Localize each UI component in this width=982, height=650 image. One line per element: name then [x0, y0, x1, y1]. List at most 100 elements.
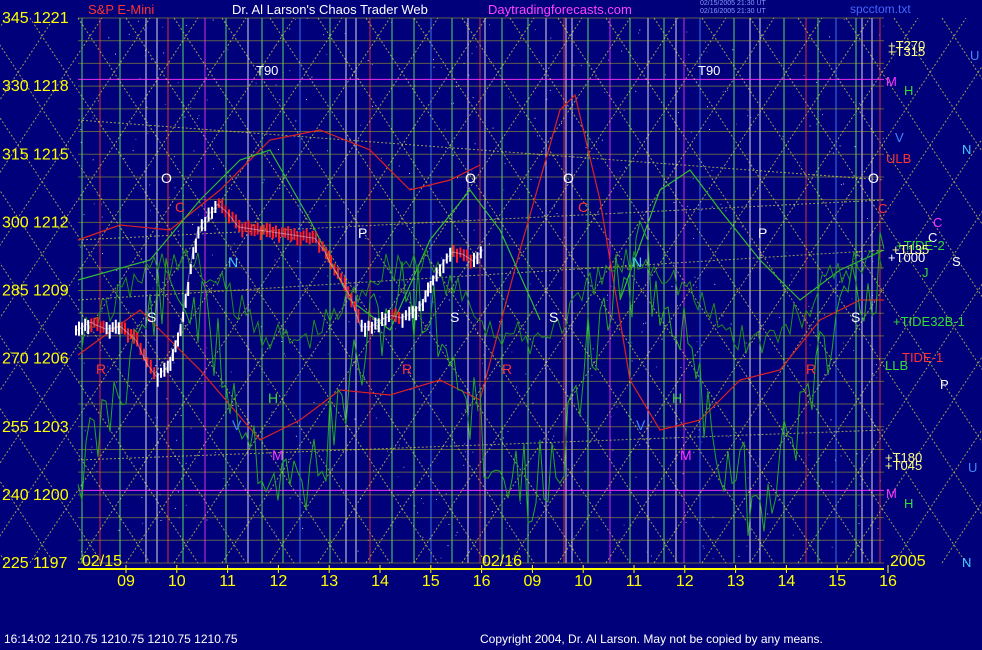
star — [116, 381, 117, 383]
star — [816, 123, 818, 125]
timestamp-2: 02/16/2005 21:30 UT — [700, 8, 766, 15]
y-tick-degree: 330 — [2, 78, 29, 95]
y-tick-price: 1200 — [33, 487, 69, 504]
star — [274, 45, 276, 47]
star — [108, 37, 110, 39]
star — [606, 300, 608, 301]
price-bar — [293, 228, 296, 241]
star — [677, 112, 679, 114]
star — [792, 534, 794, 536]
star — [876, 377, 878, 379]
star — [91, 451, 93, 453]
star — [661, 338, 663, 340]
star — [553, 435, 555, 437]
star — [453, 102, 455, 104]
star — [619, 171, 621, 172]
star — [767, 513, 769, 515]
star — [553, 206, 555, 208]
star — [732, 49, 734, 51]
price-bar — [391, 309, 394, 320]
star — [816, 81, 818, 83]
star — [831, 546, 833, 548]
star — [840, 455, 842, 457]
line-label: C — [933, 215, 942, 230]
star — [157, 442, 159, 444]
star — [327, 275, 329, 277]
date-label: 02/15 — [82, 553, 122, 570]
star — [625, 166, 627, 168]
price-bar — [87, 320, 90, 335]
star — [219, 385, 221, 387]
price-bar — [466, 249, 469, 262]
star — [445, 344, 447, 346]
star — [552, 55, 554, 57]
star — [483, 354, 485, 356]
star — [464, 443, 466, 445]
star — [473, 323, 475, 325]
star — [503, 189, 505, 191]
star — [267, 384, 269, 386]
price-bar — [96, 317, 99, 331]
cycle-marker: S — [450, 309, 459, 325]
cycle-marker: O — [465, 170, 476, 186]
cycle-marker: M — [272, 447, 284, 463]
star — [491, 511, 493, 513]
line-label: +T315 — [888, 44, 925, 59]
star — [703, 547, 705, 549]
price-bar — [384, 313, 387, 326]
star — [623, 109, 625, 111]
star — [872, 260, 874, 262]
star — [741, 226, 743, 228]
star — [363, 376, 365, 378]
star — [803, 75, 805, 77]
star — [687, 205, 689, 207]
y-tick-price: 1212 — [33, 214, 69, 231]
star — [279, 187, 281, 189]
star — [591, 374, 593, 376]
cycle-marker: R — [502, 361, 512, 377]
price-bar — [114, 319, 117, 334]
star — [596, 529, 598, 531]
star — [198, 115, 200, 117]
star — [692, 178, 694, 180]
star — [447, 545, 449, 547]
star — [101, 216, 103, 218]
star — [711, 206, 713, 208]
star — [147, 132, 149, 134]
last-quote: 16:14:02 1210.75 1210.75 1210.75 1210.75 — [4, 632, 238, 646]
price-bar — [302, 230, 305, 241]
star — [325, 205, 327, 207]
timestamp-1: 02/15/2005 21:30 UT — [700, 0, 766, 7]
star — [212, 19, 214, 21]
star — [808, 394, 810, 396]
star — [289, 28, 291, 30]
star — [275, 84, 277, 86]
x-tick-label: 11 — [626, 573, 643, 590]
star — [143, 29, 145, 31]
star — [843, 183, 845, 185]
star — [725, 210, 727, 212]
star — [132, 150, 134, 152]
star — [231, 188, 233, 190]
star — [263, 179, 265, 181]
star — [432, 223, 434, 225]
price-bar — [314, 231, 317, 244]
star — [192, 223, 194, 225]
star — [518, 198, 520, 200]
cycle-marker: O — [868, 170, 879, 186]
star — [228, 484, 230, 486]
star — [154, 417, 156, 419]
star — [367, 60, 369, 62]
price-bar — [271, 226, 274, 239]
star — [163, 52, 165, 54]
star — [506, 527, 507, 529]
star — [712, 558, 714, 560]
site-link[interactable]: Daytradingforecasts.com — [488, 2, 632, 17]
star — [832, 152, 834, 154]
star — [399, 444, 400, 446]
star — [90, 438, 92, 440]
y-tick-degree: 300 — [2, 214, 29, 231]
star — [704, 41, 706, 43]
star — [323, 34, 325, 36]
star — [853, 350, 855, 351]
